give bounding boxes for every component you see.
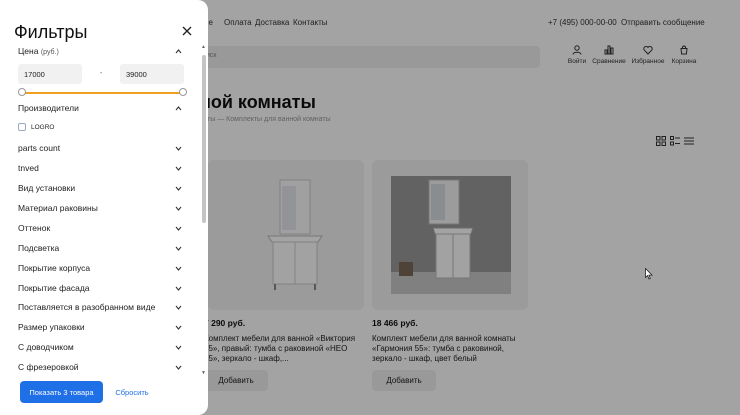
filter-section-sink-material[interactable]: Материал раковины: [18, 203, 184, 215]
chevron-down-icon: [175, 345, 182, 350]
filter-section-package-size[interactable]: Размер упаковки: [18, 322, 184, 334]
manufacturers-label: Производители: [18, 103, 79, 113]
filter-section-price[interactable]: Цена (руб.): [18, 46, 184, 58]
filter-section-tnved[interactable]: tnved: [18, 163, 184, 175]
filter-section-milling[interactable]: С фрезеровкой: [18, 362, 184, 374]
section-label: Вид установки: [18, 183, 76, 193]
chevron-down-icon: [175, 166, 182, 171]
section-label: Материал раковины: [18, 203, 98, 213]
filters-scrollbar[interactable]: [202, 55, 206, 223]
filter-section-soft-close[interactable]: С доводчиком: [18, 342, 184, 354]
filters-title: Фильтры: [14, 22, 88, 42]
section-label: Покрытие фасада: [18, 283, 90, 293]
filter-section-parts-count[interactable]: parts count: [18, 143, 184, 155]
filter-section-facade-coating[interactable]: Покрытие фасада: [18, 283, 184, 295]
section-label: Поставляется в разобранном виде: [18, 302, 156, 312]
section-label: parts count: [18, 143, 61, 153]
section-label: Оттенок: [18, 223, 51, 233]
chevron-down-icon: [175, 226, 182, 231]
price-unit-label: (руб.): [40, 49, 59, 56]
section-label: tnved: [18, 163, 39, 173]
filter-section-backlight[interactable]: Подсветка: [18, 243, 184, 255]
price-range-min-handle[interactable]: [18, 88, 26, 96]
section-label: С доводчиком: [18, 342, 74, 352]
price-range-max-handle[interactable]: [179, 88, 187, 96]
chevron-down-icon: [175, 186, 182, 191]
section-label: Покрытие корпуса: [18, 263, 91, 273]
chevron-up-icon: [175, 106, 182, 111]
chevron-down-icon: [175, 305, 182, 310]
filter-section-body-coating[interactable]: Покрытие корпуса: [18, 263, 184, 275]
range-separator: -: [100, 70, 103, 77]
manufacturer-option-label: LOGRO: [31, 123, 55, 131]
section-label: Подсветка: [18, 243, 60, 253]
price-label: Цена: [18, 46, 39, 56]
chevron-up-icon: [175, 49, 182, 54]
chevron-down-icon: [175, 286, 182, 291]
price-section-label: Цена (руб.): [18, 46, 59, 56]
chevron-down-icon: [175, 266, 182, 271]
chevron-down-icon: [175, 146, 182, 151]
chevron-down-icon: [175, 365, 182, 370]
filter-section-manufacturers[interactable]: Производители: [18, 103, 184, 115]
filter-section-installation-type[interactable]: Вид установки: [18, 183, 184, 195]
cursor-icon: [645, 268, 653, 280]
reset-filters-button[interactable]: Сбросить: [108, 381, 156, 403]
price-max-input[interactable]: [120, 64, 184, 84]
filter-section-disassembled[interactable]: Поставляется в разобранном виде: [18, 302, 184, 314]
manufacturer-checkbox[interactable]: [18, 123, 26, 131]
filter-section-shade[interactable]: Оттенок: [18, 223, 184, 235]
filters-drawer: Фильтры Цена (руб.) - Производители LOGR…: [0, 0, 208, 415]
section-label: С фрезеровкой: [18, 362, 79, 372]
close-icon[interactable]: [181, 25, 193, 37]
chevron-down-icon: [175, 246, 182, 251]
chevron-down-icon: [175, 325, 182, 330]
section-label: Размер упаковки: [18, 322, 85, 332]
scroll-down-arrow-icon[interactable]: ▼: [201, 370, 206, 376]
price-min-input[interactable]: [18, 64, 82, 84]
show-results-button[interactable]: Показать 3 товара: [20, 381, 103, 403]
scroll-up-arrow-icon[interactable]: ▲: [201, 44, 206, 50]
manufacturer-option-logro[interactable]: LOGRO: [18, 122, 54, 132]
price-range-track: [22, 92, 182, 94]
chevron-down-icon: [175, 206, 182, 211]
